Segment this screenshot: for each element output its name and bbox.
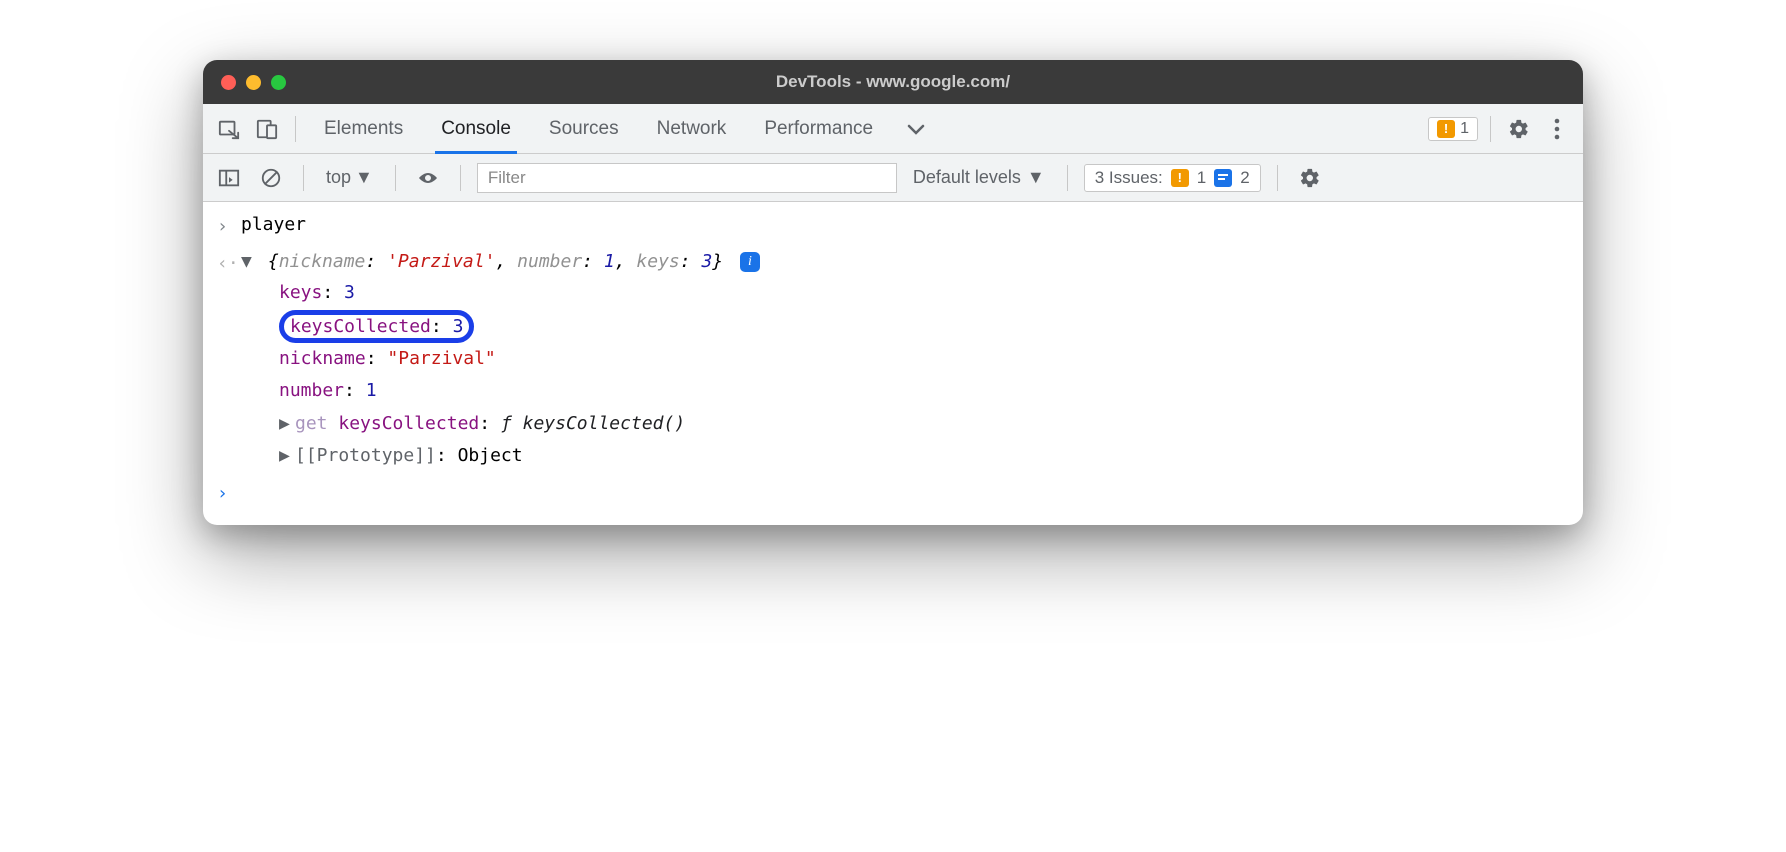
live-expression-icon[interactable]	[412, 162, 444, 194]
inspect-element-icon[interactable]	[213, 113, 245, 145]
toggle-device-toolbar-icon[interactable]	[251, 113, 283, 145]
filter-input[interactable]	[477, 163, 897, 193]
property-row-highlighted[interactable]: keysCollected: 3	[279, 310, 1569, 343]
tab-label: Sources	[549, 118, 619, 140]
settings-icon[interactable]	[1503, 113, 1535, 145]
object-properties: keys: 3 keysCollected: 3 nickname: "Parz…	[241, 277, 1569, 472]
console-input-text: player	[241, 210, 1569, 241]
kebab-menu-icon[interactable]	[1541, 113, 1573, 145]
divider	[395, 165, 396, 191]
disclosure-open-icon[interactable]: ▼	[241, 247, 255, 278]
maximize-window-button[interactable]	[271, 75, 286, 90]
property-row[interactable]: keys: 3	[279, 277, 1569, 309]
divider	[1277, 165, 1278, 191]
tab-network[interactable]: Network	[641, 104, 743, 153]
output-chevron-icon: ‹·	[217, 247, 241, 280]
warning-icon: !	[1437, 120, 1455, 138]
panel-tabs: Elements Console Sources Network Perform…	[203, 104, 1583, 154]
close-window-button[interactable]	[221, 75, 236, 90]
toggle-sidebar-icon[interactable]	[213, 162, 245, 194]
tab-sources[interactable]: Sources	[533, 104, 635, 153]
issues-warn-count: 1	[1197, 168, 1206, 188]
tab-label: Console	[441, 118, 511, 140]
property-row[interactable]: number: 1	[279, 375, 1569, 407]
info-icon	[1214, 169, 1232, 187]
tab-elements[interactable]: Elements	[308, 104, 419, 153]
log-levels-selector[interactable]: Default levels ▼	[907, 167, 1051, 188]
window-title: DevTools - www.google.com/	[203, 72, 1583, 92]
disclosure-closed-icon[interactable]: ▶	[279, 440, 293, 472]
window-controls	[203, 75, 286, 90]
tab-label: Elements	[324, 118, 403, 140]
tab-label: Performance	[764, 118, 873, 140]
tab-label: Network	[657, 118, 727, 140]
minimize-window-button[interactable]	[246, 75, 261, 90]
titlebar: DevTools - www.google.com/	[203, 60, 1583, 104]
console-output-row: ‹· ▼ {nickname: 'Parzival', number: 1, k…	[203, 245, 1583, 475]
divider	[303, 165, 304, 191]
context-selector[interactable]: top ▼	[320, 167, 379, 188]
issues-label: 3 Issues:	[1095, 168, 1163, 188]
divider	[1067, 165, 1068, 191]
issues-badge[interactable]: 3 Issues: ! 1 2	[1084, 164, 1261, 192]
divider	[1490, 116, 1491, 142]
console-input-row: › player	[203, 208, 1583, 245]
tab-console[interactable]: Console	[425, 104, 527, 153]
console-toolbar: top ▼ Default levels ▼ 3 Issues: ! 1 2	[203, 154, 1583, 202]
devtools-window: DevTools - www.google.com/ Elements Cons…	[203, 60, 1583, 525]
object-summary[interactable]: ▼ {nickname: 'Parzival', number: 1, keys…	[241, 247, 1569, 278]
highlight-annotation: keysCollected: 3	[279, 310, 474, 343]
context-label: top	[326, 167, 351, 188]
warnings-badge[interactable]: ! 1	[1428, 117, 1478, 141]
levels-label: Default levels	[913, 167, 1021, 188]
property-row-prototype[interactable]: ▶[[Prototype]]: Object	[279, 440, 1569, 472]
warnings-count: 1	[1460, 120, 1469, 138]
input-chevron-icon: ›	[217, 210, 241, 243]
chevron-down-icon: ▼	[355, 167, 373, 188]
property-row[interactable]: nickname: "Parzival"	[279, 343, 1569, 375]
clear-console-icon[interactable]	[255, 162, 287, 194]
prompt-chevron-icon: ›	[217, 477, 241, 510]
console-settings-icon[interactable]	[1294, 162, 1326, 194]
tab-performance[interactable]: Performance	[748, 104, 889, 153]
more-tabs-button[interactable]	[895, 122, 937, 136]
warning-icon: !	[1171, 169, 1189, 187]
value-info-icon[interactable]: i	[740, 252, 760, 272]
issues-info-count: 2	[1240, 168, 1249, 188]
chevron-down-icon: ▼	[1027, 167, 1045, 188]
disclosure-closed-icon[interactable]: ▶	[279, 408, 293, 440]
console-prompt-row[interactable]: ›	[203, 475, 1583, 512]
divider	[460, 165, 461, 191]
property-row-getter[interactable]: ▶get keysCollected: ƒ keysCollected()	[279, 408, 1569, 440]
console-body: › player ‹· ▼ {nickname: 'Parzival', num…	[203, 202, 1583, 525]
divider	[295, 116, 296, 142]
